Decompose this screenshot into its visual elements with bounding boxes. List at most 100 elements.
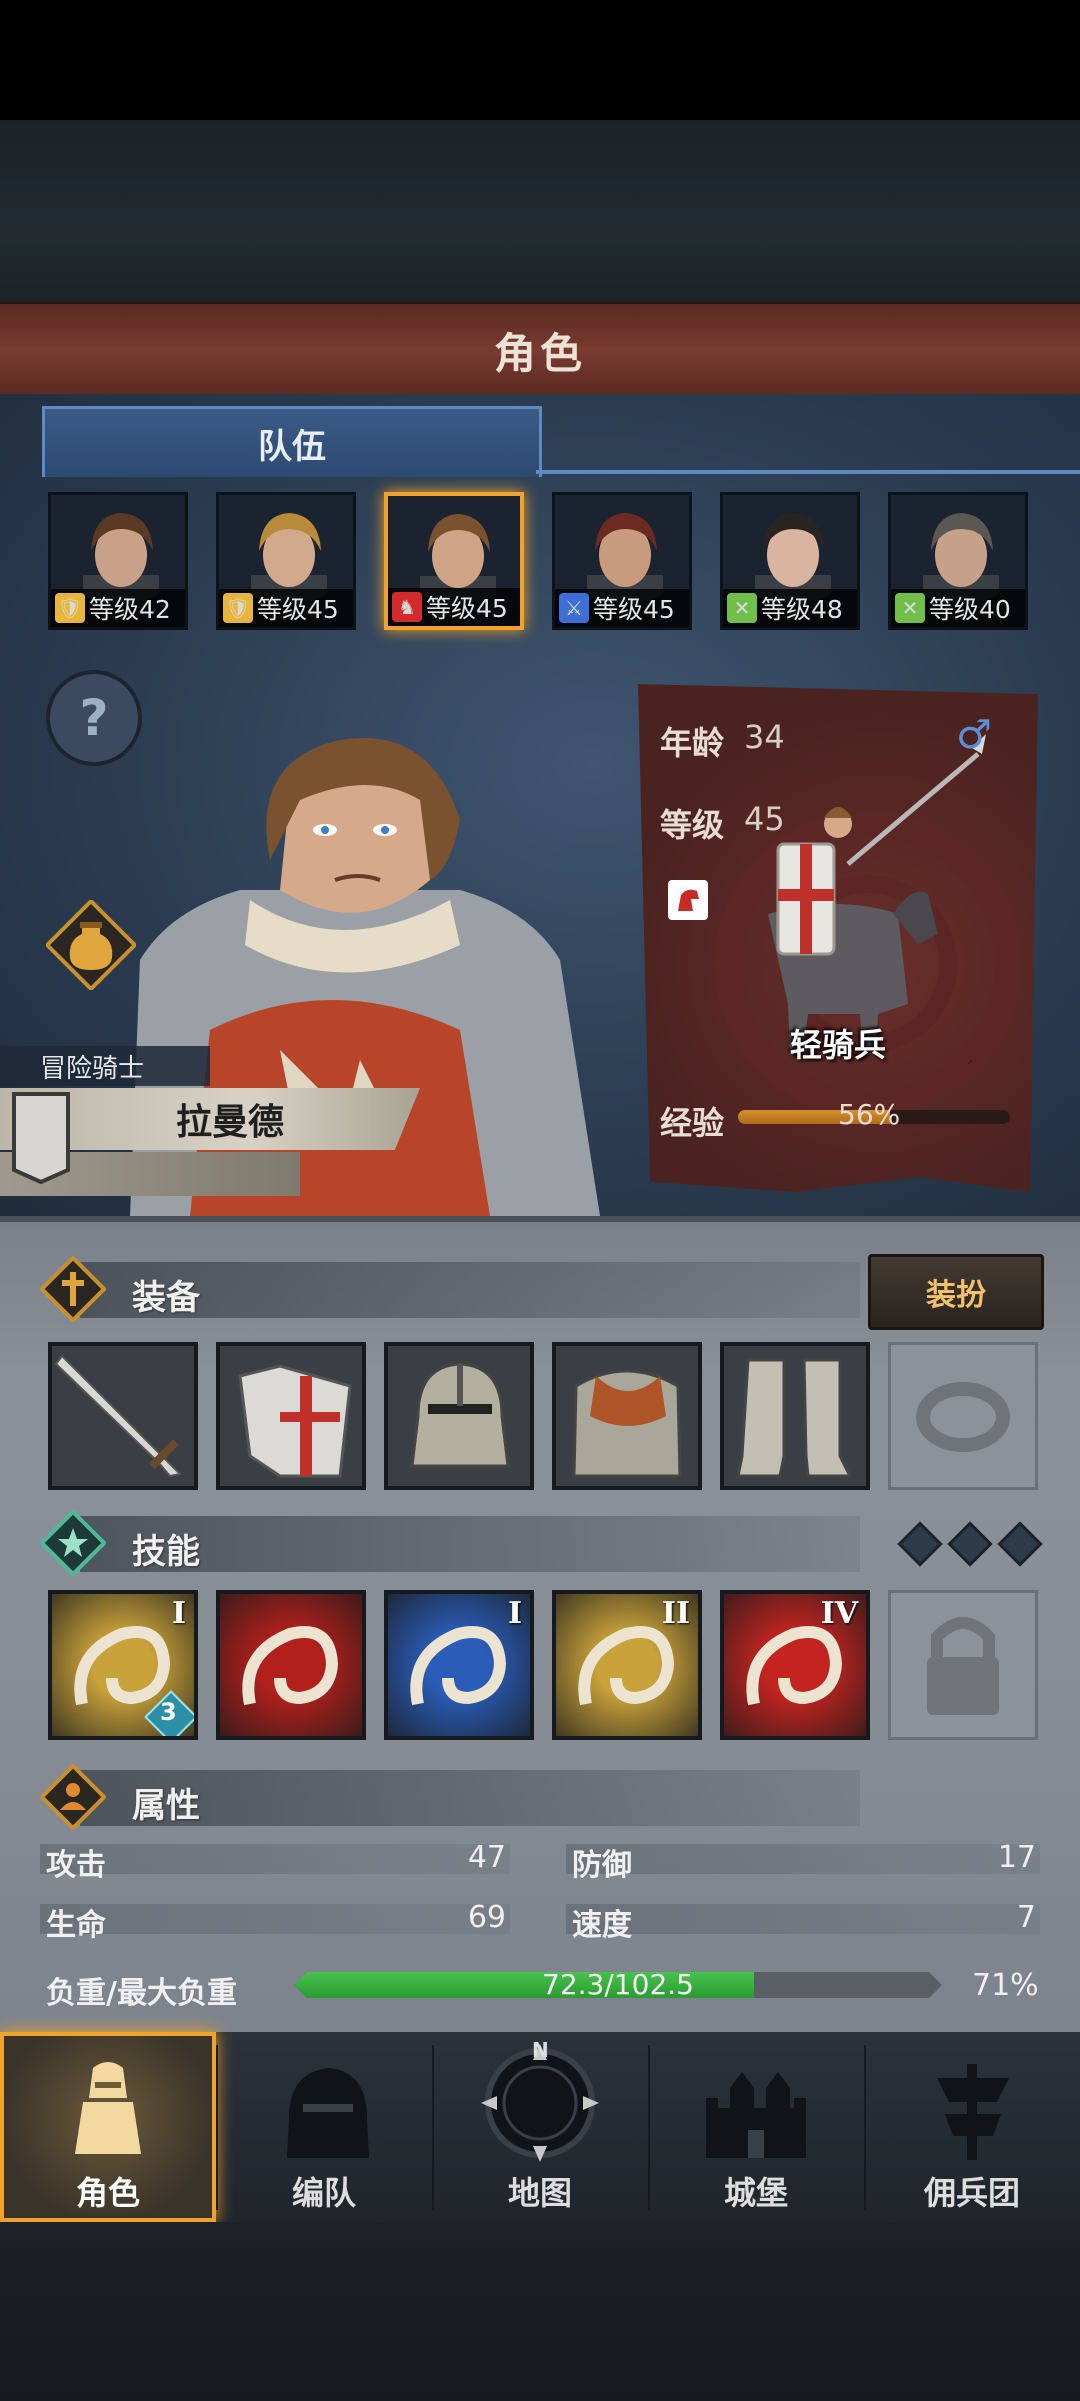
dress-up-button[interactable]: 装扮: [868, 1254, 1044, 1330]
class-title-tag: 冒险骑士: [0, 1046, 210, 1086]
roster-card[interactable]: 🛡 等级42: [48, 492, 188, 630]
hero-name: 拉曼德: [175, 1102, 284, 1143]
nav-formation[interactable]: 编队: [216, 2032, 432, 2222]
member-level: 等级48: [761, 595, 843, 624]
castle-icon: [706, 2072, 806, 2158]
roster-card[interactable]: 🛡 等级45: [216, 492, 356, 630]
shield-icon: 🛡: [55, 593, 85, 623]
equipment-title: 装备: [132, 1278, 200, 1318]
skill-badge: 3: [160, 1698, 177, 1726]
skill-slot[interactable]: I3: [48, 1590, 198, 1740]
roster-card[interactable]: ✕ 等级48: [720, 492, 860, 630]
skill-slot-locked[interactable]: [888, 1590, 1038, 1740]
unit-type: 轻骑兵: [790, 1026, 887, 1064]
member-level: 等级45: [593, 595, 675, 624]
helmet-icon: [287, 2068, 369, 2158]
member-level: 等级45: [257, 595, 339, 624]
person-icon: [40, 1764, 106, 1830]
sword-icon: ⚔: [559, 593, 589, 623]
defense-label: 防御: [572, 1848, 632, 1883]
member-portrait: [923, 513, 999, 601]
bow-icon: ✕: [727, 593, 757, 623]
heraldry-shield-icon[interactable]: [10, 1090, 72, 1186]
nav-castle[interactable]: 城堡: [648, 2032, 864, 2222]
potion-icon: [44, 898, 138, 992]
attack-label: 攻击: [46, 1848, 106, 1883]
load-percent: 71%: [972, 1968, 1039, 2003]
title-bar: 角色: [0, 302, 1080, 399]
nav-map-label: 地图: [507, 2174, 572, 2212]
nav-formation-label: 编队: [291, 2174, 356, 2212]
equip-slot-weapon[interactable]: [48, 1342, 198, 1490]
member-level-bar: 🛡 等级45: [219, 589, 353, 627]
equip-slot-boots[interactable]: [720, 1342, 870, 1490]
tab-team-label: 队伍: [258, 426, 326, 467]
load-label: 负重/最大负重: [46, 1976, 237, 2011]
knight-icon: [75, 2062, 141, 2154]
compass-north: N: [532, 2038, 549, 2062]
cavalry-class-icon: [668, 880, 708, 920]
age-label: 年龄: [660, 724, 725, 762]
tab-underline: [536, 470, 1080, 474]
xp-percent: 56%: [838, 1098, 901, 1131]
tabard-icon: [238, 1364, 352, 1478]
speed-value: 7: [1016, 1900, 1036, 1935]
defense-value: 17: [997, 1840, 1036, 1875]
member-portrait: [251, 513, 327, 601]
member-level: 等级40: [929, 595, 1011, 624]
horse-icon: ♞: [392, 592, 422, 622]
equip-slot-helmet[interactable]: [384, 1342, 534, 1490]
armor-icon: [572, 1369, 682, 1478]
nav-character[interactable]: 角色: [0, 2032, 216, 2222]
help-button[interactable]: ?: [46, 670, 142, 766]
hp-label: 生命: [46, 1908, 106, 1943]
member-level-bar: ✕ 等级40: [891, 589, 1025, 627]
top-band: [0, 120, 1080, 305]
boots-icon: [736, 1358, 853, 1478]
level-value: 45: [744, 800, 785, 838]
question-icon: ?: [79, 689, 109, 747]
skills-title: 技能: [132, 1532, 200, 1572]
member-portrait: [587, 513, 663, 601]
potion-button[interactable]: [44, 898, 138, 992]
skill-slot[interactable]: I: [384, 1590, 534, 1740]
member-portrait: [755, 513, 831, 601]
cross-icon: [40, 1256, 106, 1322]
helmet-icon: [410, 1362, 510, 1468]
attack-value: 47: [467, 1840, 506, 1875]
nav-mercenary-label: 佣兵团: [923, 2174, 1020, 2212]
nav-map[interactable]: N 地图: [432, 2032, 648, 2222]
skill-slot[interactable]: II: [552, 1590, 702, 1740]
equip-slot-shield[interactable]: [216, 1342, 366, 1490]
hp-value: 69: [467, 1900, 506, 1935]
member-level: 等级42: [89, 595, 171, 624]
bow-icon: ✕: [895, 593, 925, 623]
member-level: 等级45: [426, 594, 508, 623]
equip-slot-ring[interactable]: [888, 1342, 1038, 1490]
member-portrait: [83, 513, 159, 601]
lock-icon: [927, 1617, 999, 1715]
member-level-bar: 🛡 等级42: [51, 589, 185, 627]
roster-card[interactable]: ⚔ 等级45: [552, 492, 692, 630]
age-value: 34: [744, 718, 785, 756]
class-title: 冒险骑士: [40, 1053, 145, 1084]
xp-label: 经验: [660, 1104, 725, 1142]
roster-card[interactable]: ♞ 等级45: [384, 492, 524, 630]
roster-card[interactable]: ✕ 等级40: [888, 492, 1028, 630]
bottom-band: [0, 2222, 1080, 2401]
equip-slot-armor[interactable]: [552, 1342, 702, 1490]
skill-slot[interactable]: IV: [720, 1590, 870, 1740]
male-icon: ♂: [956, 712, 992, 758]
page-title: 角色: [493, 328, 586, 378]
member-level-bar: ⚔ 等级45: [555, 589, 689, 627]
punch-icon: [242, 1626, 339, 1706]
tab-team[interactable]: 队伍: [42, 406, 542, 477]
ring-icon: [916, 1382, 1010, 1452]
skill-rank: IV: [820, 1596, 858, 1631]
nav-castle-label: 城堡: [723, 2174, 788, 2212]
nav-mercenary[interactable]: 佣兵团: [864, 2032, 1080, 2222]
load-value: 72.3/102.5: [542, 1968, 694, 2001]
member-level-bar: ♞ 等级45: [388, 588, 520, 626]
skill-slot[interactable]: [216, 1590, 366, 1740]
star-icon: [40, 1510, 106, 1576]
